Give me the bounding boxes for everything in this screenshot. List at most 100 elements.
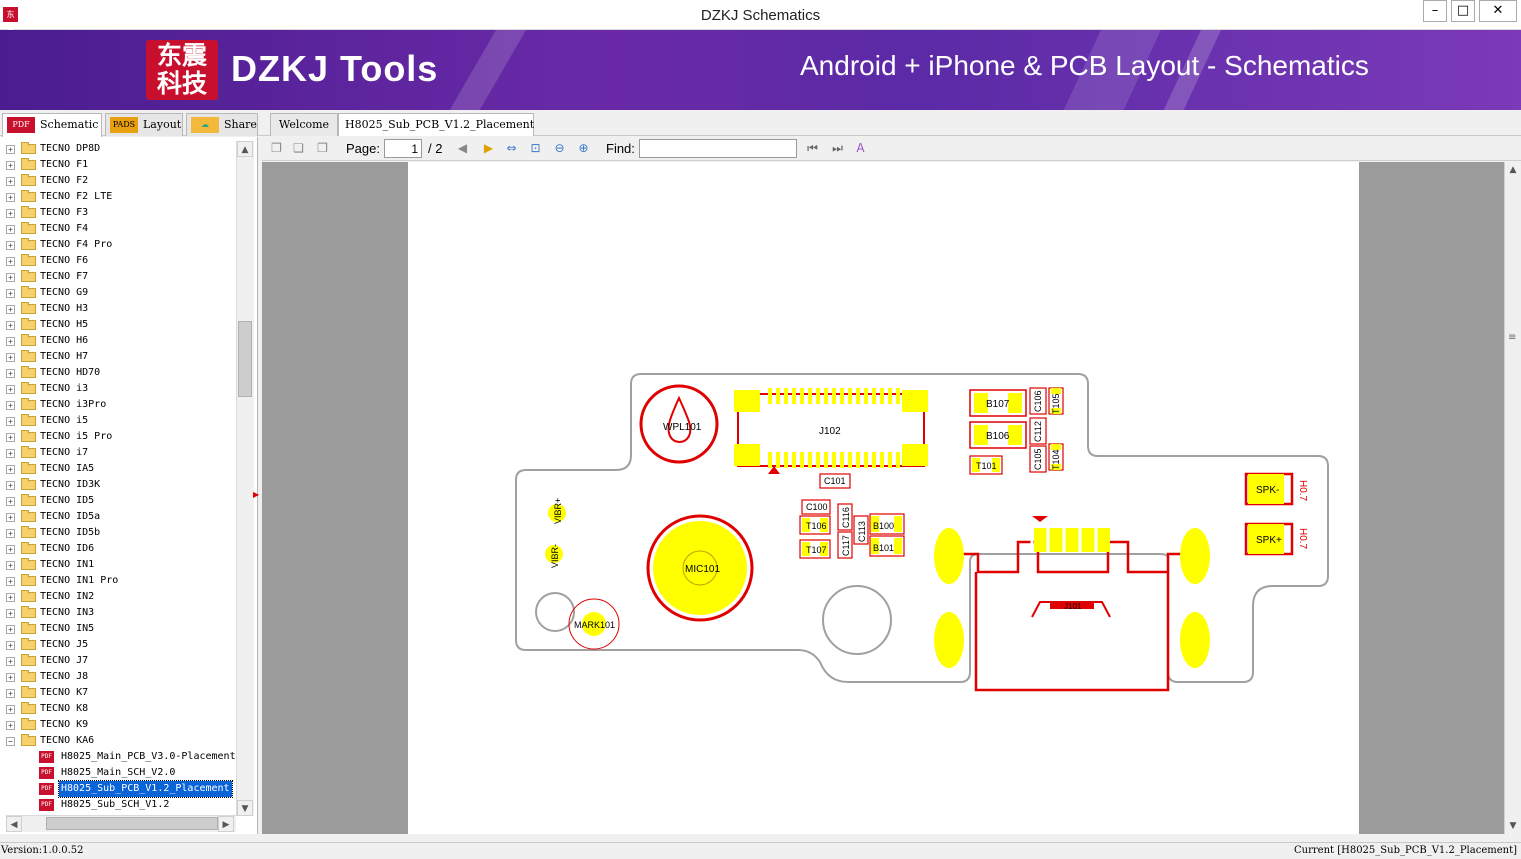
hscroll-thumb[interactable] [46,817,218,830]
close-button[interactable]: ✕ [1479,0,1517,22]
tree-file-item[interactable]: PDF H8025_Sub_SCH_V1.2 [0,797,236,813]
expand-icon[interactable]: + [6,401,15,410]
label-c105: C105 [1033,448,1043,470]
fit-width-icon[interactable]: ⇔ [503,140,520,157]
zoom-in-icon[interactable]: ⊕ [575,140,592,157]
pdf-file-icon: PDF [39,783,54,795]
label-vibr-plus: VIBR+ [553,498,563,524]
expand-icon[interactable]: + [6,721,15,730]
scroll-right-icon[interactable]: ▶ [218,816,234,832]
viewer-vscrollbar[interactable]: ▲ ≡ ▼ [1504,162,1521,834]
expand-icon[interactable]: + [6,593,15,602]
expand-icon[interactable]: + [6,481,15,490]
folder-icon [21,542,36,554]
scroll-thumb[interactable] [238,321,252,397]
expand-icon[interactable]: + [6,417,15,426]
folder-icon [21,158,36,170]
expand-icon[interactable]: + [6,561,15,570]
expand-icon[interactable]: + [6,465,15,474]
status-bar: Version:1.0.0.52 Current [H8025_Sub_PCB_… [0,842,1521,859]
tree-file-item[interactable]: PDF H8025_Main_SCH_V2.0 [0,765,236,781]
tab-schematic[interactable]: PDF Schematic [2,113,102,137]
label-t106: T106 [806,521,827,531]
expand-icon[interactable]: + [6,337,15,346]
expand-icon[interactable]: + [6,385,15,394]
expand-icon[interactable]: + [6,513,15,522]
collapse-panel-icon[interactable]: ▶ [253,490,259,500]
expand-icon[interactable]: + [6,321,15,330]
tree-file-item[interactable]: PDF H8025_Main_PCB_V3.0-Placement [0,749,236,765]
expand-icon[interactable]: + [6,353,15,362]
expand-icon[interactable]: + [6,177,15,186]
find-next-icon[interactable]: ⏭ [829,140,846,157]
next-page-icon[interactable]: ▶ [480,140,497,157]
expand-icon[interactable]: − [6,737,15,746]
tree-vscrollbar[interactable]: ▲ ▼ [236,141,254,816]
paste-icon[interactable]: ❐ [314,140,331,157]
expand-icon[interactable]: + [6,705,15,714]
prev-page-icon[interactable]: ◀ [454,140,471,157]
find-prev-icon[interactable]: ⏮ [804,140,821,157]
scroll-up-icon[interactable]: ▲ [237,141,253,157]
maximize-button[interactable]: □ [1451,0,1475,22]
page-number-input[interactable] [384,139,422,158]
minimize-button[interactable]: – [1423,0,1447,22]
expand-icon[interactable]: + [6,305,15,314]
scroll-left-icon[interactable]: ◀ [6,816,22,832]
expand-icon[interactable]: + [6,209,15,218]
j102-pin [768,388,772,404]
tree-folder-label: TECNO J5 [40,639,89,650]
doc-tab-active[interactable]: H8025_Sub_PCB_V1.2_Placement× [338,113,534,155]
expand-icon[interactable]: + [6,145,15,154]
tree-folder-label: TECNO IA5 [40,463,95,474]
expand-icon[interactable]: + [6,225,15,234]
tree-folder-label: TECNO F2 [40,175,89,186]
highlight-text-icon[interactable]: A [852,140,869,157]
tree-file-item[interactable]: PDF H8025_Sub_PCB_V1.2_Placement [0,780,236,798]
fit-page-icon[interactable]: ⊡ [527,140,544,157]
copy-icon[interactable]: ❐ [268,140,285,157]
tab-layout[interactable]: PADS Layout [105,113,183,136]
expand-icon[interactable]: + [6,641,15,650]
zoom-out-icon[interactable]: ⊖ [551,140,568,157]
copy-page-icon[interactable]: ❏ [290,140,307,157]
expand-icon[interactable]: + [6,529,15,538]
document-viewer[interactable]: WPL101 J102 B107 B106 C106 C112 T105 T10… [262,162,1521,834]
expand-icon[interactable]: + [6,241,15,250]
folder-icon [21,478,36,490]
doc-tab-welcome[interactable]: Welcome [270,113,338,136]
scroll-up-icon[interactable]: ▲ [1505,162,1521,178]
tree-hscrollbar[interactable]: ◀ ▶ [6,815,236,832]
expand-icon[interactable]: + [6,257,15,266]
expand-icon[interactable]: + [6,545,15,554]
folder-icon [21,574,36,586]
tree-folder-label: TECNO IN5 [40,623,95,634]
scroll-down-icon[interactable]: ▼ [1505,818,1521,834]
expand-icon[interactable]: + [6,689,15,698]
expand-icon[interactable]: + [6,657,15,666]
scroll-down-icon[interactable]: ▼ [237,800,253,816]
j102-pin [824,452,828,468]
tab-share[interactable]: ☁ Share [186,113,258,136]
mount-hole-right [822,585,892,655]
brand-name: DZKJ Tools [231,48,439,89]
scroll-grip-icon[interactable]: ≡ [1508,332,1518,343]
expand-icon[interactable]: + [6,369,15,378]
expand-icon[interactable]: + [6,497,15,506]
expand-icon[interactable]: + [6,449,15,458]
tree-folder-label: TECNO K9 [40,719,89,730]
expand-icon[interactable]: + [6,273,15,282]
find-input[interactable] [639,139,797,158]
tree-folder-label: TECNO K8 [40,703,89,714]
expand-icon[interactable]: + [6,193,15,202]
expand-icon[interactable]: + [6,433,15,442]
j102-pin [784,388,788,404]
expand-icon[interactable]: + [6,577,15,586]
expand-icon[interactable]: + [6,625,15,634]
folder-icon [21,670,36,682]
expand-icon[interactable]: + [6,161,15,170]
expand-icon[interactable]: + [6,289,15,298]
expand-icon[interactable]: + [6,609,15,618]
expand-icon[interactable]: + [6,673,15,682]
j102-pin [856,452,860,468]
